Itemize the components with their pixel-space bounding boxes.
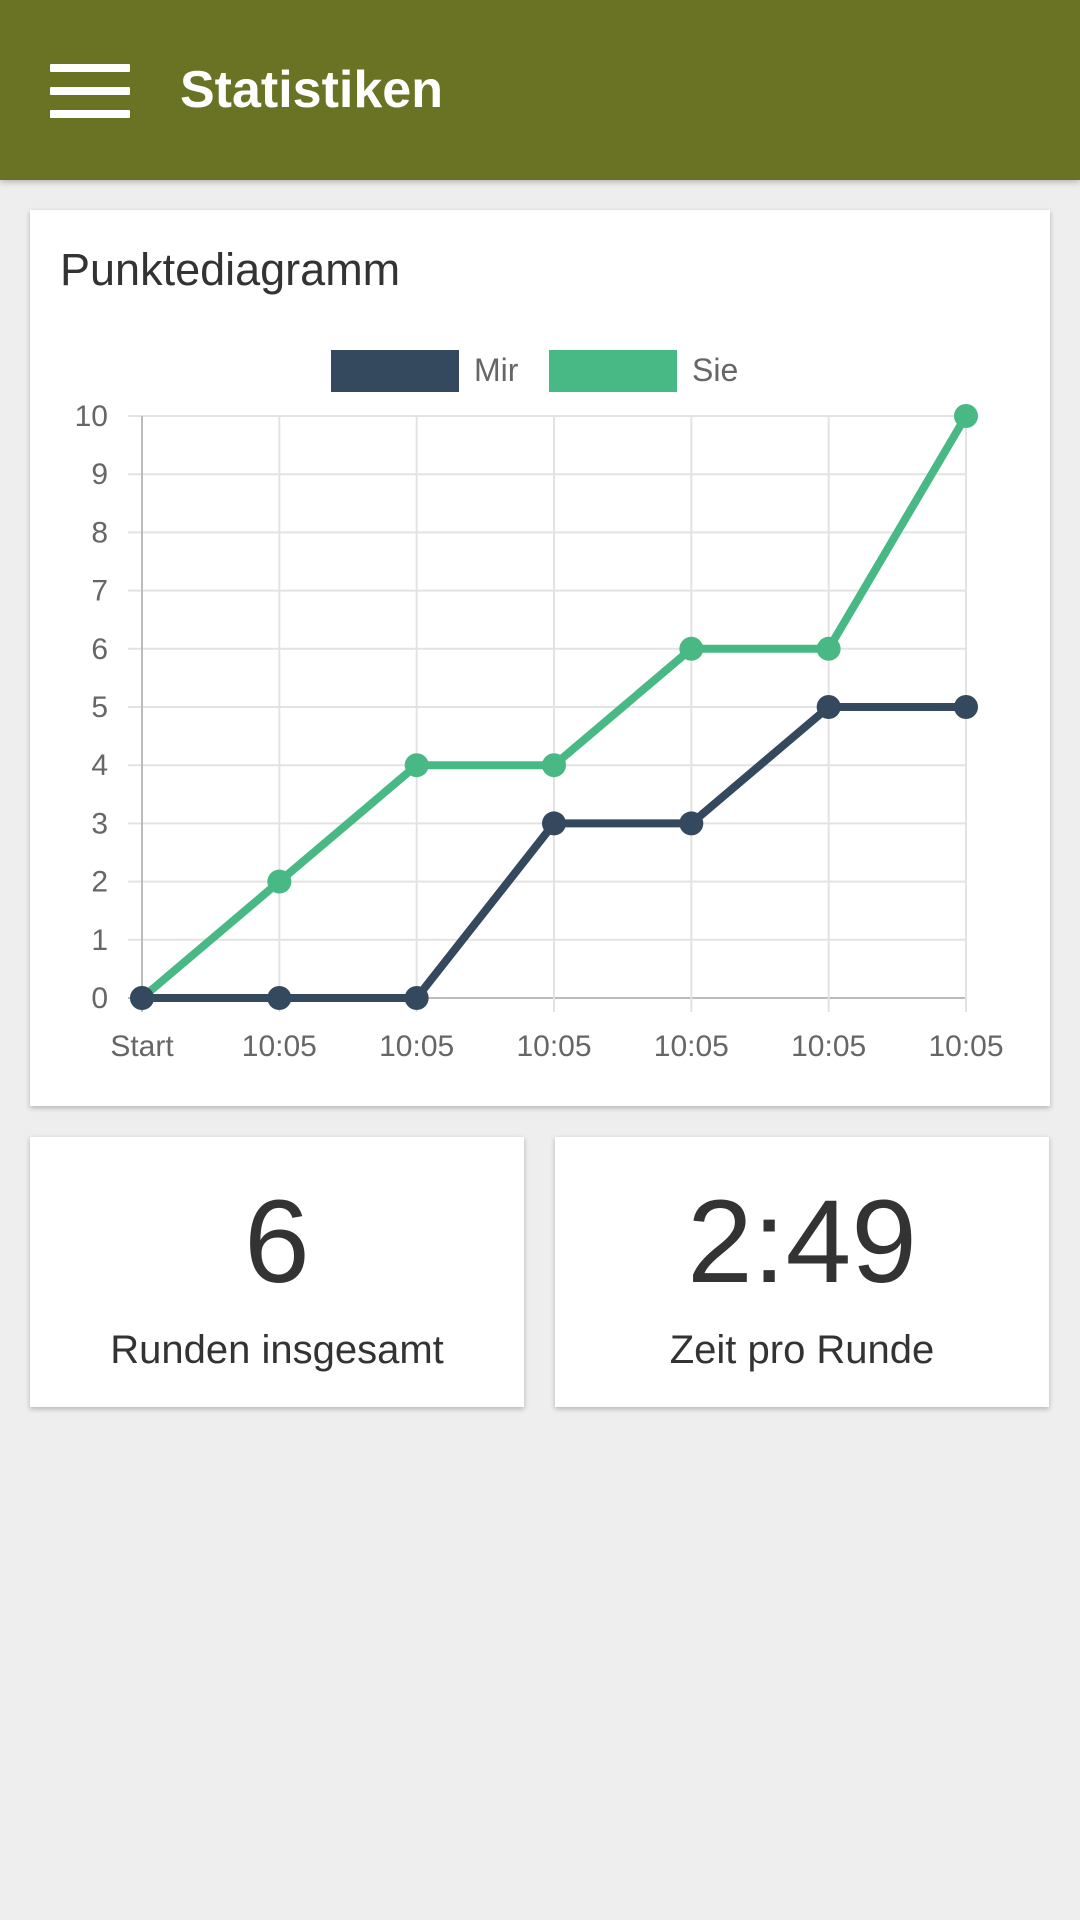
y-tick-label: 5 bbox=[91, 691, 108, 724]
data-point-mir bbox=[404, 986, 429, 1010]
data-point-sie bbox=[679, 636, 704, 661]
y-tick-label: 1 bbox=[91, 924, 108, 957]
y-tick-label: 6 bbox=[91, 633, 108, 666]
stat-label: Zeit pro Runde bbox=[669, 1328, 935, 1372]
legend-label-sie: Sie bbox=[692, 352, 738, 388]
data-point-sie bbox=[404, 753, 429, 778]
stat-label: Runden insgesamt bbox=[110, 1328, 444, 1372]
data-point-sie bbox=[267, 869, 292, 894]
y-tick-label: 4 bbox=[91, 749, 108, 782]
y-tick-label: 9 bbox=[91, 458, 108, 491]
x-tick-label: 10:05 bbox=[516, 1030, 591, 1063]
menu-line bbox=[50, 87, 130, 95]
stat-value: 2:49 bbox=[687, 1176, 917, 1308]
x-tick-label: 10:05 bbox=[791, 1030, 866, 1063]
page-title: Statistiken bbox=[180, 61, 443, 119]
data-point-sie bbox=[954, 404, 978, 428]
app-bar: Statistiken bbox=[0, 0, 1080, 180]
y-tick-label: 10 bbox=[75, 400, 108, 433]
y-tick-label: 7 bbox=[91, 575, 108, 608]
data-point-sie bbox=[542, 753, 566, 778]
stat-card-time: 2:49 Zeit pro Runde bbox=[555, 1137, 1049, 1407]
y-tick-label: 2 bbox=[91, 866, 108, 899]
x-tick-label: Start bbox=[110, 1030, 174, 1063]
data-point-mir bbox=[679, 811, 704, 836]
x-tick-label: 10:05 bbox=[654, 1030, 729, 1063]
legend-swatch-mir bbox=[331, 350, 459, 392]
x-tick-label: 10:05 bbox=[379, 1030, 454, 1063]
y-tick-label: 8 bbox=[91, 516, 108, 549]
stat-value: 6 bbox=[244, 1176, 310, 1308]
menu-line bbox=[50, 110, 130, 118]
x-tick-label: 10:05 bbox=[928, 1030, 1003, 1063]
stat-card-rounds: 6 Runden insgesamt bbox=[30, 1137, 524, 1407]
data-point-mir bbox=[954, 695, 978, 719]
data-point-mir bbox=[816, 695, 841, 719]
data-point-sie bbox=[816, 636, 841, 661]
menu-line bbox=[50, 64, 130, 72]
hamburger-menu-icon[interactable] bbox=[50, 64, 130, 118]
y-tick-label: 0 bbox=[91, 982, 108, 1015]
legend-swatch-sie bbox=[549, 350, 677, 392]
y-tick-label: 3 bbox=[91, 807, 108, 840]
x-tick-label: 10:05 bbox=[242, 1030, 317, 1063]
data-point-mir bbox=[130, 986, 154, 1010]
data-point-mir bbox=[542, 811, 566, 836]
legend-label-mir: Mir bbox=[474, 352, 519, 388]
chart-card: Punktediagramm 0 1 2 3 4 5 6 7 8 9 10 Start 10:05 10:… bbox=[30, 210, 1050, 1106]
line-chart: 0 1 2 3 4 5 6 7 8 9 10 Start 10:05 10:05 10:05 10:05 10:… bbox=[75, 350, 1004, 1063]
data-point-mir bbox=[267, 986, 292, 1010]
